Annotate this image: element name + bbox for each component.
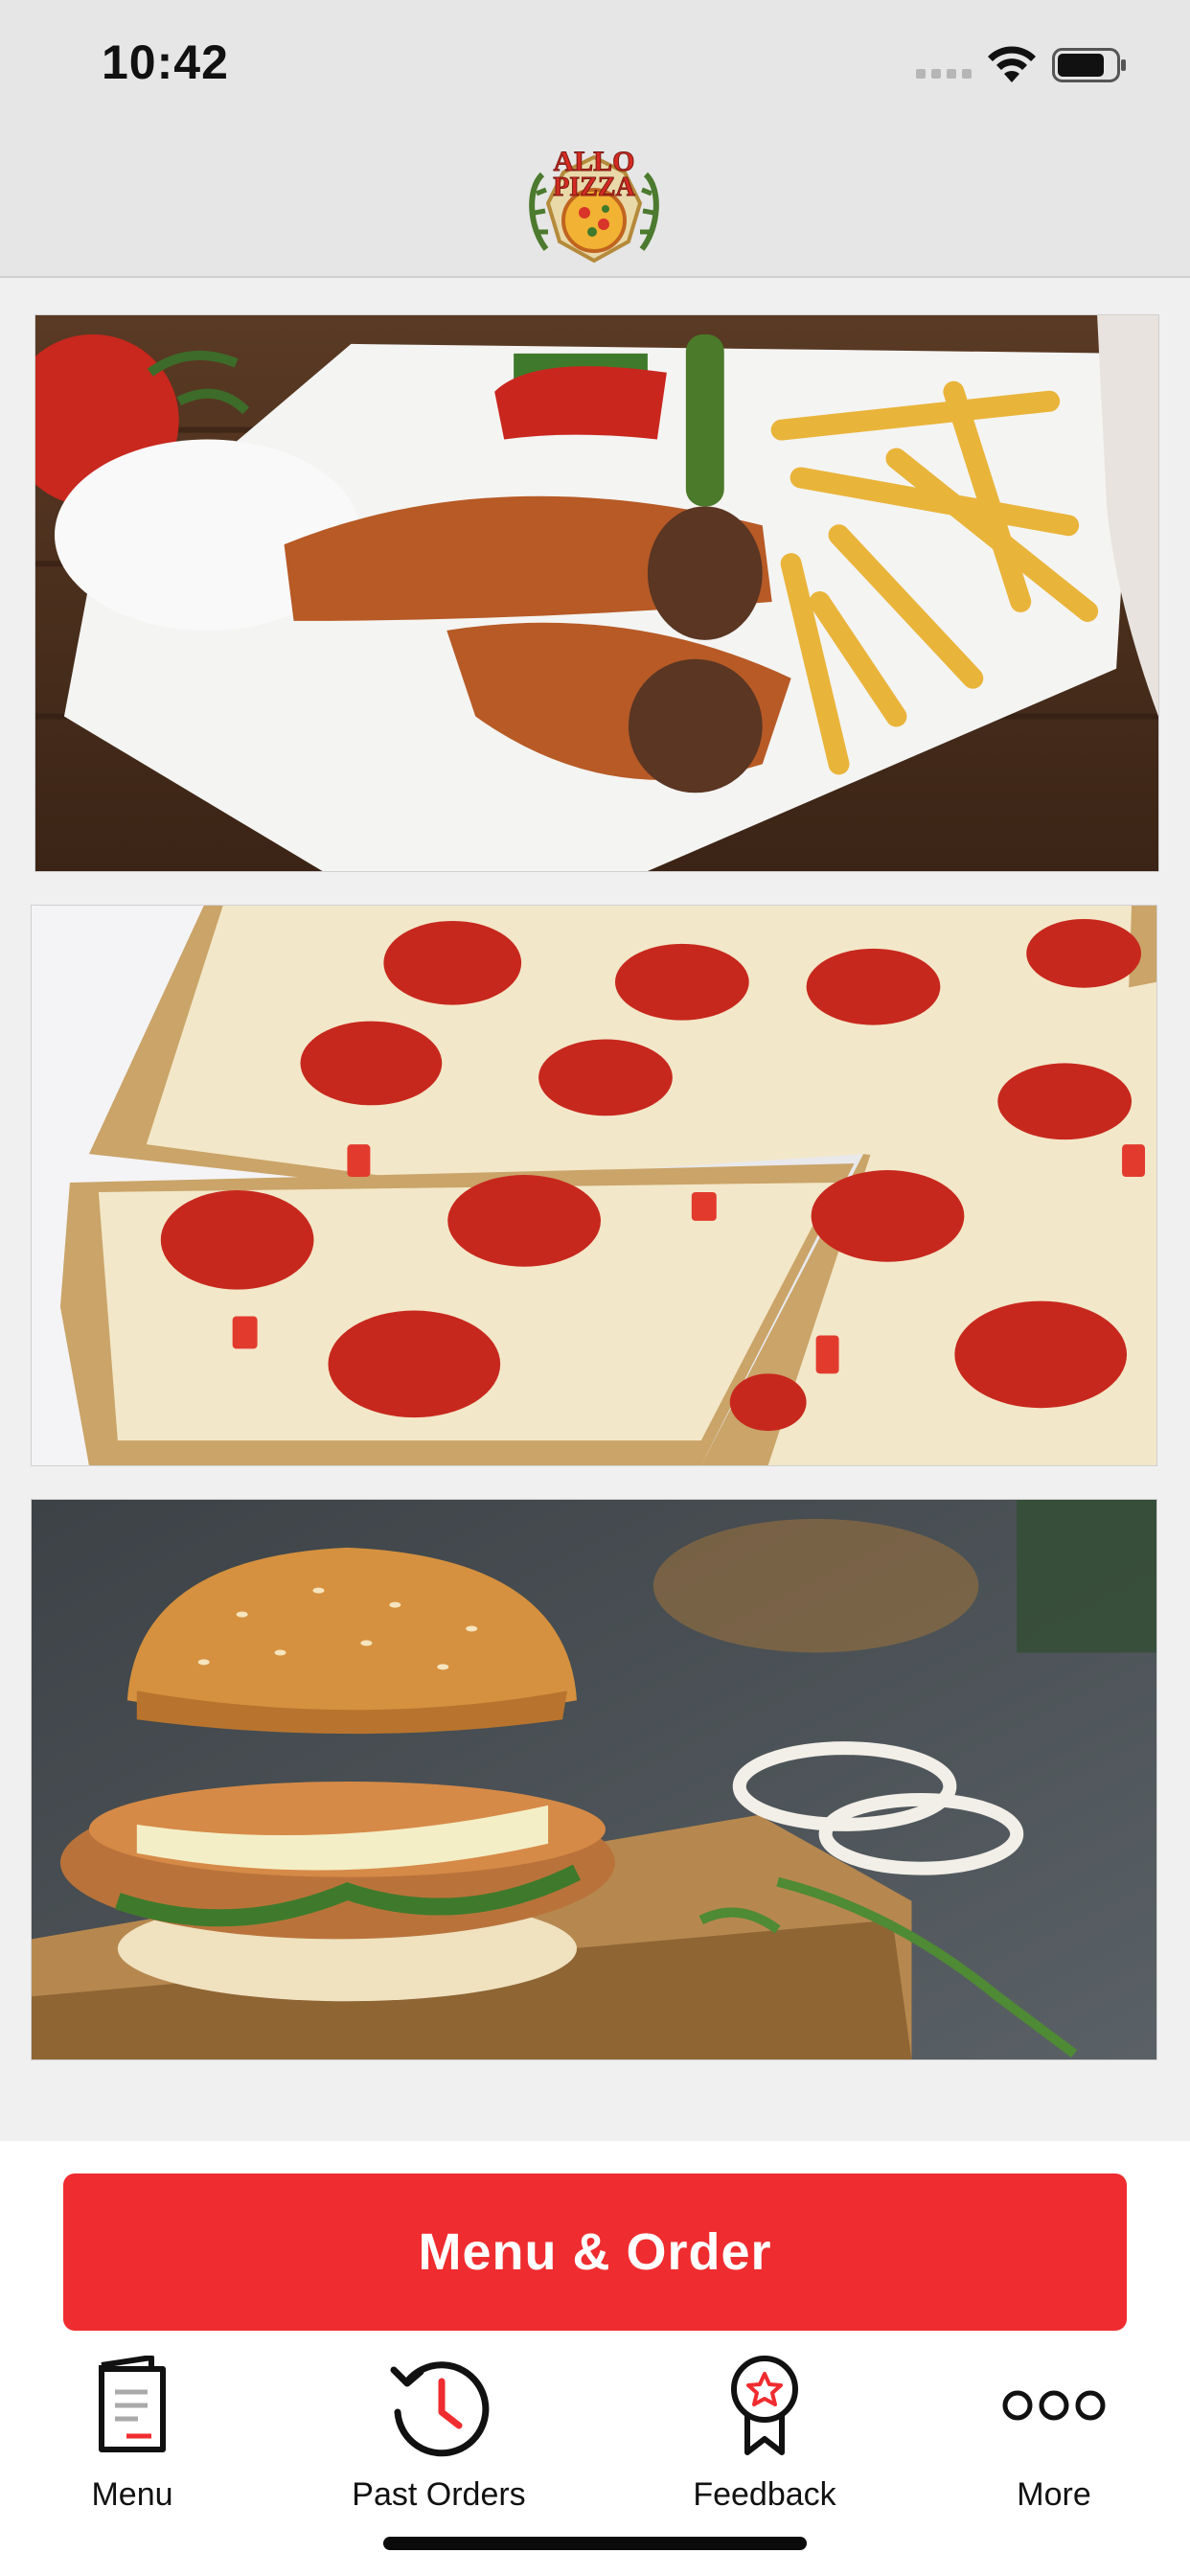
clock-history-icon — [381, 2348, 496, 2463]
battery-icon — [1052, 48, 1126, 82]
menu-and-order-button[interactable]: Menu & Order — [63, 2174, 1127, 2331]
app-screen: 10:42 ALLO PIZZA Menu & Order Menu Past … — [0, 0, 1190, 2576]
allo-pizza-logo: ALLO PIZZA — [529, 146, 659, 264]
cellular-signal-icon — [916, 65, 972, 80]
tab-bar: Menu Past Orders Feedback More — [0, 2348, 1190, 2530]
tab-feedback-label: Feedback — [693, 2476, 836, 2513]
logo-text-pizza: PIZZA — [553, 172, 635, 202]
pepperoni-pizza-image[interactable] — [31, 905, 1157, 1466]
menu-book-icon — [75, 2348, 190, 2463]
chicken-burger-image[interactable] — [31, 1499, 1157, 2060]
award-badge-icon — [707, 2348, 822, 2463]
tab-menu-label: Menu — [91, 2476, 173, 2513]
tab-more[interactable]: More — [996, 2348, 1111, 2530]
status-bar: 10:42 — [0, 0, 1190, 134]
tab-past-orders[interactable]: Past Orders — [343, 2348, 535, 2530]
wrap-with-fries-image[interactable] — [34, 314, 1159, 872]
tab-past-orders-label: Past Orders — [352, 2476, 526, 2513]
home-indicator[interactable] — [383, 2537, 807, 2550]
status-time: 10:42 — [102, 35, 229, 89]
tab-more-label: More — [1017, 2476, 1091, 2513]
wifi-icon — [988, 46, 1036, 82]
tab-feedback[interactable]: Feedback — [688, 2348, 841, 2530]
tab-menu[interactable]: Menu — [75, 2348, 190, 2530]
app-header: ALLO PIZZA — [0, 134, 1190, 278]
more-dots-icon — [996, 2348, 1111, 2463]
